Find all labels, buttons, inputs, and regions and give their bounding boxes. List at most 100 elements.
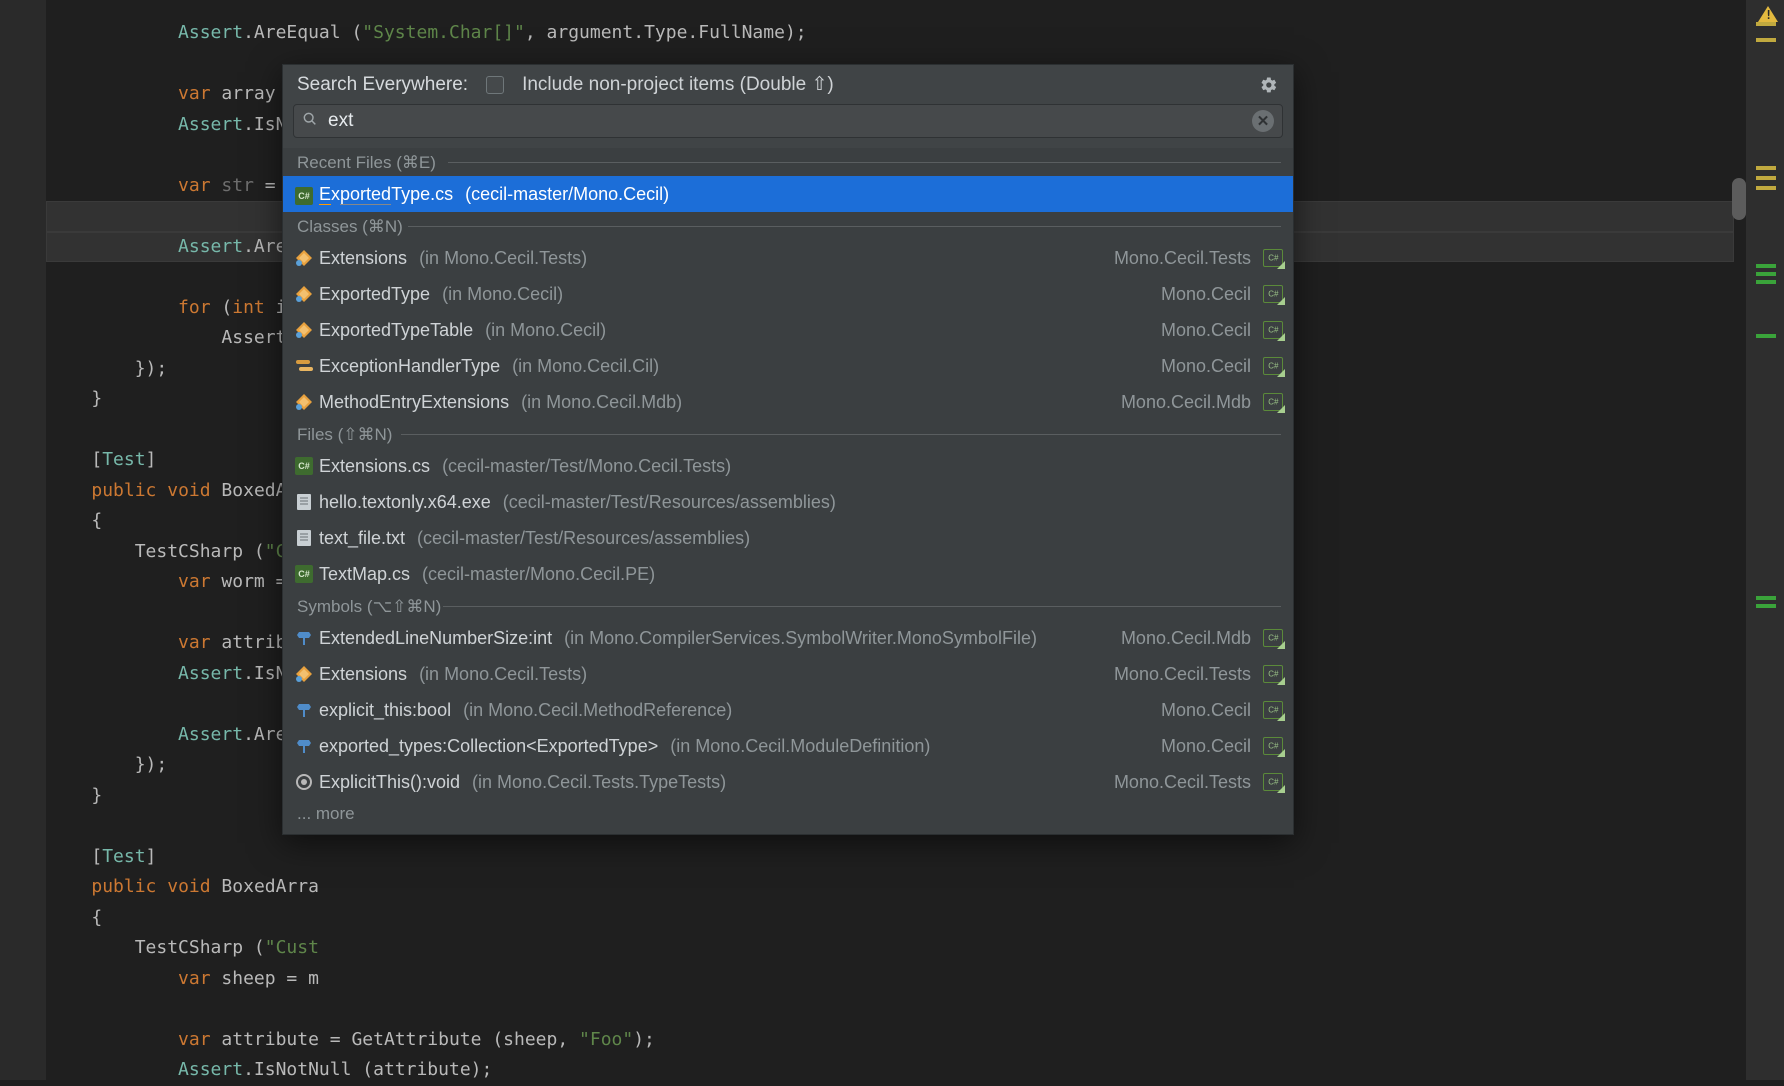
result-hint: (in Mono.Cecil.Cil) xyxy=(512,356,659,377)
result-hint: (in Mono.Cecil.Tests.TypeTests) xyxy=(472,772,726,793)
inspection-warning-icon[interactable] xyxy=(1758,6,1778,22)
section-label: Classes (⌘N) xyxy=(297,217,403,236)
search-result[interactable]: text_file.txt (cecil-master/Test/Resourc… xyxy=(283,520,1293,556)
enum-icon xyxy=(295,357,313,375)
class-icon xyxy=(295,321,313,339)
search-field[interactable]: ✕ xyxy=(293,104,1283,138)
search-result[interactable]: ExportedType (in Mono.Cecil)Mono.Cecil xyxy=(283,276,1293,312)
result-namespace: Mono.Cecil.Tests xyxy=(1114,772,1251,793)
result-namespace: Mono.Cecil.Mdb xyxy=(1121,392,1251,413)
result-hint: (in Mono.Cecil.Mdb) xyxy=(521,392,682,413)
csharp-badge-icon xyxy=(1263,285,1283,303)
error-stripe-marker[interactable] xyxy=(1756,596,1776,600)
search-result[interactable]: MethodEntryExtensions (in Mono.Cecil.Mdb… xyxy=(283,384,1293,420)
result-label: Extensions xyxy=(319,664,407,685)
result-namespace: Mono.Cecil.Mdb xyxy=(1121,628,1251,649)
code-line[interactable] xyxy=(46,994,1734,1025)
section-label: Symbols (⌥⇧⌘N) xyxy=(297,597,441,616)
result-label: explicit_this:bool xyxy=(319,700,451,721)
error-stripe-marker[interactable] xyxy=(1756,166,1776,170)
field-icon xyxy=(295,737,313,755)
result-label: ExplicitThis():void xyxy=(319,772,460,793)
csharp-badge-icon xyxy=(1263,393,1283,411)
search-row: ✕ xyxy=(283,104,1293,148)
search-result[interactable]: Extensions.cs (cecil-master/Test/Mono.Ce… xyxy=(283,448,1293,484)
editor-scrollbar-thumb[interactable] xyxy=(1732,178,1746,220)
error-stripe-marker[interactable] xyxy=(1756,176,1776,180)
csharp-badge-icon xyxy=(1263,321,1283,339)
error-stripe-marker[interactable] xyxy=(1756,264,1776,268)
search-result[interactable]: explicit_this:bool (in Mono.Cecil.Method… xyxy=(283,692,1293,728)
popup-header: Search Everywhere: Include non-project i… xyxy=(283,65,1293,104)
search-result[interactable]: Extensions (in Mono.Cecil.Tests) Mono.Cec… xyxy=(283,656,1293,692)
result-namespace: Mono.Cecil xyxy=(1161,356,1251,377)
code-line[interactable]: Assert.IsNotNull (attribute); xyxy=(46,1055,1734,1086)
error-stripe-marker[interactable] xyxy=(1756,38,1776,42)
csharp-badge-icon xyxy=(1263,737,1283,755)
result-namespace: Mono.Cecil.Tests xyxy=(1114,664,1251,685)
result-hint: (cecil-master/Test/Mono.Cecil.Tests) xyxy=(442,456,731,477)
class-icon xyxy=(295,249,313,267)
result-namespace: Mono.Cecil xyxy=(1161,320,1251,341)
marker-strip xyxy=(1746,0,1784,1080)
csharp-badge-icon xyxy=(1263,665,1283,683)
code-line[interactable]: var attribute = GetAttribute (sheep, "Fo… xyxy=(46,1025,1734,1056)
search-result[interactable]: TextMap.cs (cecil-master/Mono.Cecil.PE) xyxy=(283,556,1293,592)
result-label: Extensions xyxy=(319,248,407,269)
result-label: TextMap.cs xyxy=(319,564,410,585)
code-line[interactable]: { xyxy=(46,903,1734,934)
error-stripe-marker[interactable] xyxy=(1756,280,1776,284)
result-hint: (in Mono.Cecil.MethodReference) xyxy=(463,700,732,721)
section-files: Files (⇧⌘N) xyxy=(283,420,1293,448)
csharp-badge-icon xyxy=(1263,357,1283,375)
error-stripe-marker[interactable] xyxy=(1756,22,1776,26)
csharp-file-icon xyxy=(295,457,313,475)
gear-icon[interactable] xyxy=(1259,75,1279,95)
result-label: Extensions.cs xyxy=(319,456,430,477)
section-recent-files: Recent Files (⌘E) xyxy=(283,148,1293,176)
field-icon xyxy=(295,629,313,647)
code-line[interactable]: TestCSharp ("Cust xyxy=(46,933,1734,964)
result-label: ExportedType xyxy=(319,284,430,305)
result-hint: (cecil-master/Test/Resources/assemblies) xyxy=(503,492,836,513)
result-hint: (cecil-master/Mono.Cecil) xyxy=(465,184,669,205)
section-symbols: Symbols (⌥⇧⌘N) xyxy=(283,592,1293,620)
result-namespace: Mono.Cecil.Tests xyxy=(1114,248,1251,269)
search-result[interactable]: Extensions (in Mono.Cecil.Tests) Mono.Cec… xyxy=(283,240,1293,276)
field-icon xyxy=(295,701,313,719)
class-icon xyxy=(295,393,313,411)
csharp-badge-icon xyxy=(1263,701,1283,719)
search-result[interactable]: ExportedType.cs (cecil-master/Mono.Cecil… xyxy=(283,176,1293,212)
section-label: Recent Files (⌘E) xyxy=(297,153,436,172)
error-stripe-marker[interactable] xyxy=(1756,272,1776,276)
include-nonproject-label: Include non-project items (Double ⇧) xyxy=(522,73,834,96)
code-line[interactable]: public void BoxedArra xyxy=(46,872,1734,903)
search-result[interactable]: ExplicitThis():void (in Mono.Cecil.Tests… xyxy=(283,764,1293,800)
file-icon xyxy=(295,493,313,511)
more-results[interactable]: ... more xyxy=(283,800,1293,834)
search-result[interactable]: ExceptionHandlerType (in Mono.Cecil.Cil)… xyxy=(283,348,1293,384)
search-everywhere-popup: Search Everywhere: Include non-project i… xyxy=(282,64,1294,835)
clear-search-button[interactable]: ✕ xyxy=(1252,110,1274,132)
code-line[interactable]: var sheep = m xyxy=(46,964,1734,995)
result-hint: (in Mono.Cecil.Tests) xyxy=(419,248,587,269)
code-line[interactable]: Assert.AreEqual ("System.Char[]", argume… xyxy=(46,18,1734,49)
search-result[interactable]: exported_types:Collection<ExportedType> … xyxy=(283,728,1293,764)
result-namespace: Mono.Cecil xyxy=(1161,700,1251,721)
search-result[interactable]: hello.textonly.x64.exe (cecil-master/Tes… xyxy=(283,484,1293,520)
code-line[interactable]: [Test] xyxy=(46,842,1734,873)
error-stripe-marker[interactable] xyxy=(1756,604,1776,608)
csharp-badge-icon xyxy=(1263,629,1283,647)
error-stripe-marker[interactable] xyxy=(1756,186,1776,190)
error-stripe-marker[interactable] xyxy=(1756,334,1776,338)
result-hint: (cecil-master/Mono.Cecil.PE) xyxy=(422,564,655,585)
result-label: hello.textonly.x64.exe xyxy=(319,492,491,513)
result-hint: (in Mono.Cecil) xyxy=(442,284,563,305)
result-hint: (in Mono.Cecil.Tests) xyxy=(419,664,587,685)
search-input[interactable] xyxy=(326,109,1244,133)
result-label: text_file.txt xyxy=(319,528,405,549)
search-result[interactable]: ExtendedLineNumberSize:int (in Mono.Comp… xyxy=(283,620,1293,656)
include-nonproject-checkbox[interactable] xyxy=(486,76,504,94)
class-icon xyxy=(295,665,313,683)
search-result[interactable]: ExportedTypeTable (in Mono.Cecil)Mono.Ce… xyxy=(283,312,1293,348)
